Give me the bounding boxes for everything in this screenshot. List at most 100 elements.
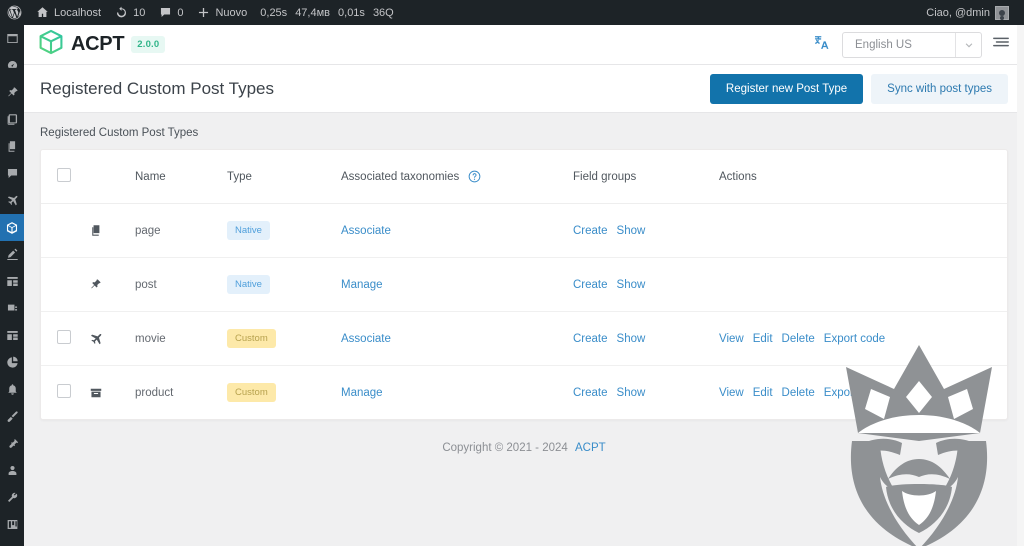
export-code-link[interactable]: Export code — [824, 387, 885, 399]
footer: Copyright © 2021 - 2024 ACPT — [24, 420, 1024, 454]
field-group-show-link[interactable]: Show — [617, 387, 646, 399]
airplane-icon — [89, 332, 135, 346]
language-select[interactable]: English US — [842, 31, 982, 58]
field-group-show-link[interactable]: Show — [617, 333, 646, 345]
media-icon — [6, 113, 19, 126]
wp-admin-sidebar — [0, 25, 31, 546]
sidebar-item-tools[interactable] — [0, 484, 24, 511]
sidebar-item-dashboard[interactable] — [0, 52, 24, 79]
chevron-down-icon[interactable] — [955, 32, 981, 57]
row-field-groups-cell: Create Show — [573, 257, 719, 312]
hamburger-menu-icon[interactable] — [992, 35, 1010, 54]
view-link[interactable]: View — [719, 387, 744, 399]
sidebar-item-plugins-grid[interactable] — [0, 268, 24, 295]
footer-acpt-link[interactable]: ACPT — [575, 442, 606, 454]
wp-admin-bar: Localhost 10 0 Nuovo 0,25s 47,4мв 0,01s … — [0, 0, 1024, 25]
row-field-groups-cell: Create Show — [573, 311, 719, 366]
row-field-groups-cell: Create Show — [573, 366, 719, 420]
main-content: ACPT 2.0.0 English US Registered Custom … — [24, 25, 1024, 546]
taxonomies-header-label: Associated taxonomies — [341, 171, 460, 183]
field-group-create-link[interactable]: Create — [573, 333, 608, 345]
table-head: Name Type Associated taxonomies Field gr… — [41, 150, 1007, 204]
site-name-menu[interactable]: Localhost — [29, 0, 108, 25]
admin-bar-right: Ciao, @dmin — [919, 0, 1024, 25]
cube-icon — [5, 221, 19, 235]
perf-db-time: 0,01s — [338, 6, 365, 19]
pin-icon — [89, 278, 135, 291]
table-row: movie Custom Associate Create Show View … — [41, 311, 1007, 366]
page-header: Registered Custom Post Types Register ne… — [24, 65, 1024, 113]
delete-link[interactable]: Delete — [782, 333, 815, 345]
row-icon-cell — [89, 366, 135, 420]
sidebar-item-plugins-plug[interactable] — [0, 430, 24, 457]
row-actions-cell: View Edit Delete Export code — [719, 311, 1007, 366]
field-group-create-link[interactable]: Create — [573, 279, 608, 291]
edit-link[interactable]: Edit — [753, 387, 773, 399]
select-all-checkbox[interactable] — [57, 168, 71, 182]
archive-icon — [89, 386, 135, 400]
taxonomy-link[interactable]: Associate — [341, 333, 391, 345]
translate-icon[interactable] — [813, 33, 832, 57]
taxonomy-link[interactable]: Associate — [341, 225, 391, 237]
field-groups-header: Field groups — [573, 150, 719, 204]
row-name: movie — [135, 311, 227, 366]
sidebar-item-media[interactable] — [0, 106, 24, 133]
field-group-create-link[interactable]: Create — [573, 387, 608, 399]
sidebar-item-layout-2[interactable] — [0, 322, 24, 349]
sidebar-item-posts[interactable] — [0, 79, 24, 106]
row-actions-cell — [719, 257, 1007, 312]
taxonomy-link[interactable]: Manage — [341, 387, 383, 399]
wp-logo-menu[interactable] — [0, 0, 29, 25]
sidebar-item-appearance-brush[interactable] — [0, 403, 24, 430]
gauge-icon — [6, 59, 19, 72]
cpt-table-card: Name Type Associated taxonomies Field gr… — [40, 149, 1008, 420]
field-group-show-link[interactable]: Show — [617, 225, 646, 237]
sidebar-item-acpt[interactable] — [0, 214, 31, 241]
page-header-actions: Register new Post Type Sync with post ty… — [709, 73, 1008, 104]
sidebar-item-collapse-menu[interactable] — [0, 538, 24, 546]
taxonomy-link[interactable]: Manage — [341, 279, 383, 291]
edit-link[interactable]: Edit — [753, 333, 773, 345]
acpt-brand[interactable]: ACPT 2.0.0 — [38, 29, 166, 60]
airplane-icon — [6, 194, 19, 207]
sidebar-item-pages[interactable] — [0, 133, 24, 160]
type-badge: Custom — [227, 329, 276, 348]
page-scrollbar[interactable] — [1017, 25, 1024, 546]
help-circle-icon[interactable] — [468, 170, 481, 183]
sidebar-item-dashboard-home[interactable] — [0, 25, 24, 52]
register-new-post-type-button[interactable]: Register new Post Type — [709, 73, 864, 104]
perf-queries: 36Q — [372, 6, 394, 19]
row-checkbox[interactable] — [57, 330, 71, 344]
delete-link[interactable]: Delete — [782, 387, 815, 399]
plugin-icon — [6, 302, 19, 315]
row-type-cell: Custom — [227, 311, 341, 366]
row-taxonomy-cell: Manage — [341, 257, 573, 312]
row-taxonomy-cell: Associate — [341, 311, 573, 366]
sidebar-item-analytics[interactable] — [0, 349, 24, 376]
sidebar-item-appearance[interactable] — [0, 241, 24, 268]
version-badge: 2.0.0 — [131, 36, 166, 53]
field-group-show-link[interactable]: Show — [617, 279, 646, 291]
my-account-menu[interactable]: Ciao, @dmin — [919, 0, 1016, 25]
type-header: Type — [227, 150, 341, 204]
sidebar-item-settings[interactable] — [0, 511, 24, 538]
row-checkbox[interactable] — [57, 384, 71, 398]
field-group-create-link[interactable]: Create — [573, 225, 608, 237]
view-link[interactable]: View — [719, 333, 744, 345]
sync-with-post-types-button[interactable]: Sync with post types — [871, 73, 1008, 104]
type-badge: Native — [227, 275, 270, 294]
sidebar-item-notifications[interactable] — [0, 376, 24, 403]
home-icon — [36, 6, 49, 19]
new-content-menu[interactable]: Nuovo — [190, 0, 254, 25]
export-code-link[interactable]: Export code — [824, 333, 885, 345]
sidebar-item-plugins[interactable] — [0, 295, 24, 322]
row-select-cell — [41, 203, 89, 258]
pages-icon — [89, 224, 135, 237]
sidebar-item-users[interactable] — [0, 457, 24, 484]
comments-menu[interactable]: 0 — [152, 0, 190, 25]
sidebar-item-comments[interactable] — [0, 160, 24, 187]
updates-menu[interactable]: 10 — [108, 0, 152, 25]
wordpress-icon — [7, 5, 22, 20]
sidebar-item-movies[interactable] — [0, 187, 24, 214]
updates-count: 10 — [133, 6, 146, 19]
